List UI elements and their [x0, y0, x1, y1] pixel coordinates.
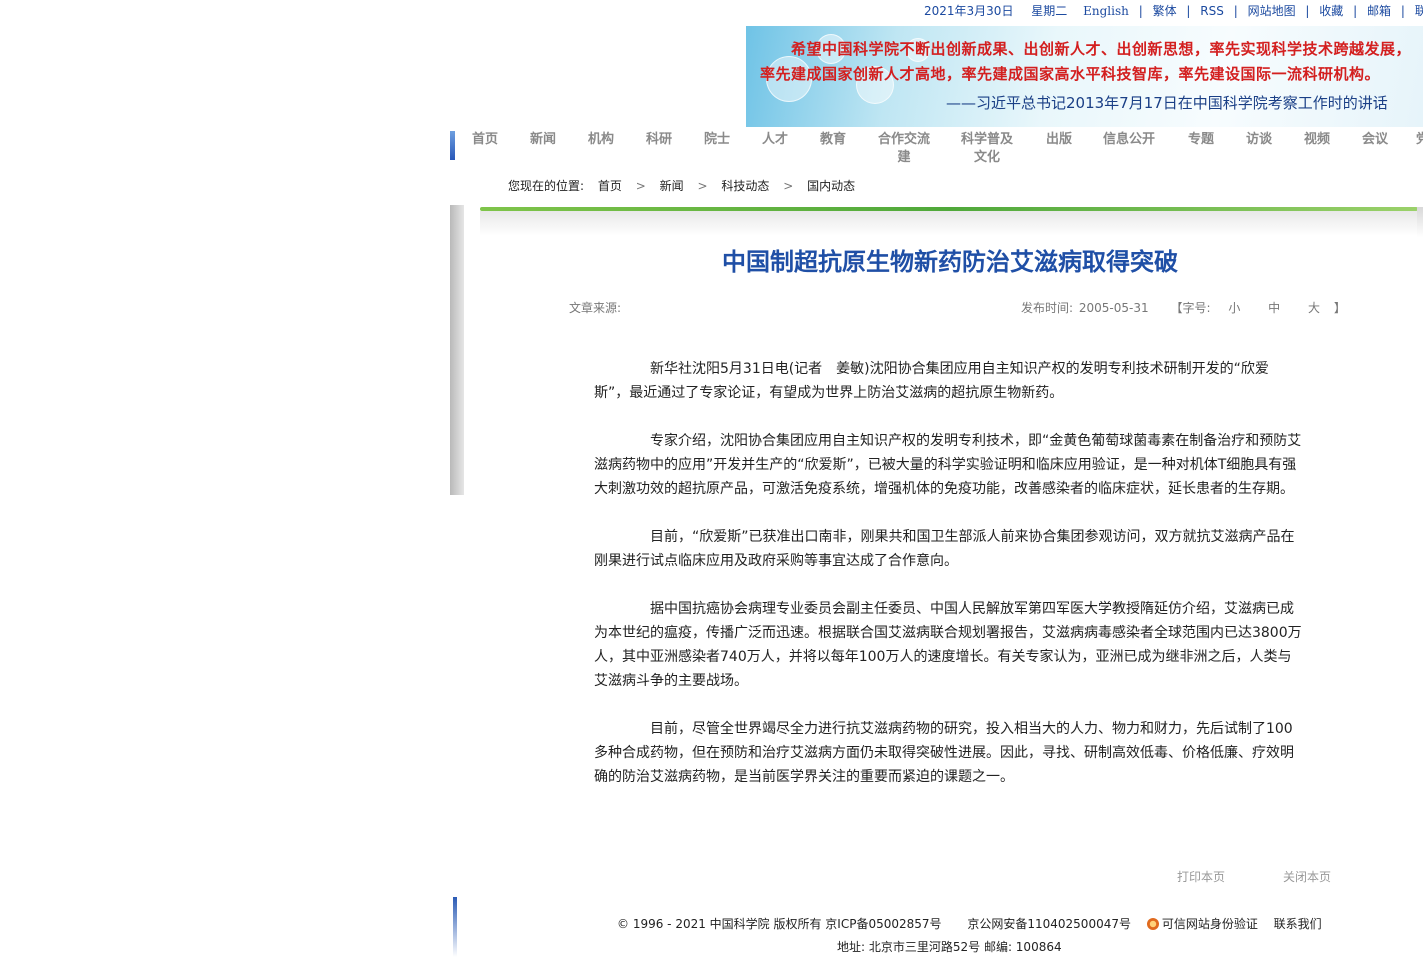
nav-item-talent[interactable]: 人才	[760, 131, 790, 149]
link-favorite[interactable]: 收藏	[1319, 4, 1343, 18]
nav-item-science-culture[interactable]: 科学普及 文化	[958, 131, 1016, 167]
breadcrumb-sci-tech[interactable]: 科技动态	[721, 177, 769, 194]
current-date: 2021年3月30日	[924, 4, 1014, 18]
banner-quote-line-2: 率先建成国家创新人才高地，率先建成国家高水平科技智库，率先建设国际一流科研机构。	[760, 65, 1381, 83]
nav-item-interviews[interactable]: 访谈	[1244, 131, 1274, 149]
nav-item-publishing[interactable]: 出版	[1044, 131, 1074, 149]
breadcrumb-home[interactable]: 首页	[598, 177, 622, 194]
publish-label: 发布时间:	[1021, 301, 1074, 315]
container-top-shadow	[480, 211, 1418, 236]
font-size-large-button[interactable]: 大	[1308, 299, 1320, 316]
close-page-button[interactable]: 关闭本页	[1283, 868, 1331, 885]
chevron-right-icon: >	[697, 179, 708, 193]
article-source: 文章来源:	[569, 301, 622, 315]
separator: |	[1353, 4, 1358, 18]
header-banner: 希望中国科学院不断出创新成果、出创新人才、出创新思想，率先实现科学技术跨越发展，…	[746, 26, 1423, 127]
banner-quote-line-1: 希望中国科学院不断出创新成果、出创新人才、出创新思想，率先实现科学技术跨越发展，	[791, 40, 1412, 58]
nav-item-academicians[interactable]: 院士	[702, 131, 732, 149]
nav-item-home[interactable]: 首页	[470, 131, 500, 149]
article-title: 中国制超抗原生物新药防治艾滋病取得突破	[722, 247, 1178, 276]
trust-badge-icon	[1146, 918, 1159, 930]
nav-item-institutes[interactable]: 机构	[586, 131, 616, 149]
footer-contact-link[interactable]: 联系我们	[1274, 915, 1322, 932]
footer-copyright: © 1996 - 2021 中国科学院 版权所有 京ICP备05002857号	[617, 917, 942, 931]
article-paragraph: 专家介绍，沈阳协合集团应用自主知识产权的发明专利技术，即“金黄色葡萄球菌毒素在制…	[594, 433, 1302, 497]
link-sitemap[interactable]: 网站地图	[1248, 4, 1296, 18]
font-size-bracket: 】	[1333, 301, 1346, 315]
nav-item-disclosure[interactable]: 信息公开	[1101, 131, 1157, 149]
print-page-button[interactable]: 打印本页	[1177, 868, 1225, 885]
nav-item-news[interactable]: 新闻	[528, 131, 558, 149]
nav-item-party[interactable]: 党	[1416, 131, 1423, 149]
footer-line-1: © 1996 - 2021 中国科学院 版权所有 京ICP备05002857号 …	[617, 915, 1322, 932]
article-paragraph: 目前，尽管全世界竭尽全力进行抗艾滋病药物的研究，投入相当大的人力、物力和财力，先…	[594, 721, 1294, 785]
font-size-medium-button[interactable]: 中	[1268, 299, 1280, 316]
nav-item-cooperation[interactable]: 合作交流 建	[875, 131, 933, 167]
font-size-small-button[interactable]: 小	[1228, 299, 1240, 316]
container-green-line	[480, 207, 1418, 211]
link-english[interactable]: English	[1083, 4, 1129, 18]
container-right-shadow	[1417, 207, 1423, 237]
chevron-right-icon: >	[635, 179, 646, 193]
trust-badge-label: 可信网站身份验证	[1161, 917, 1258, 931]
publish-date: 2005-05-31	[1078, 301, 1149, 315]
footer-trust-badge[interactable]: 可信网站身份验证	[1146, 915, 1258, 932]
nav-accent-bar	[450, 131, 455, 160]
article-paragraph: 新华社沈阳5月31日电(记者 姜敏)沈阳协合集团应用自主知识产权的发明专利技术研…	[594, 361, 1269, 401]
separator: |	[1400, 4, 1405, 18]
separator: |	[1186, 4, 1191, 18]
top-utility-bar: 2021年3月30日 星期二 English | 繁体 | RSS | 网站地图…	[918, 0, 1423, 22]
nav-item-research[interactable]: 科研	[644, 131, 674, 149]
article-meta: 发布时间: 2005-05-31 【字号: 小 中 大 】	[1021, 299, 1346, 316]
article-paragraph: 据中国抗癌协会病理专业委员会副主任委员、中国人民解放军第四军医大学教授隋延仿介绍…	[594, 601, 1302, 689]
nav-item-videos[interactable]: 视频	[1302, 131, 1332, 149]
separator: |	[1233, 4, 1238, 18]
breadcrumb-label: 您现在的位置:	[508, 179, 585, 193]
main-navigation: 首页 新闻 机构 科研 院士 人才 教育 合作交流 建 科学普及 文化 出版 信…	[450, 128, 1423, 168]
separator: |	[1138, 4, 1143, 18]
article-body: 新华社沈阳5月31日电(记者 姜敏)沈阳协合集团应用自主知识产权的发明专利技术研…	[594, 357, 1304, 813]
chevron-right-icon: >	[783, 179, 794, 193]
breadcrumb: 您现在的位置: 首页 > 新闻 > 科技动态 > 国内动态	[508, 177, 855, 194]
nav-item-education[interactable]: 教育	[818, 131, 848, 149]
link-traditional-chinese[interactable]: 繁体	[1153, 4, 1177, 18]
footer-decorative-strip	[453, 897, 457, 957]
footer-police-record[interactable]: 京公网安备110402500047号	[967, 915, 1131, 932]
nav-item-conferences[interactable]: 会议	[1360, 131, 1390, 149]
breadcrumb-domestic[interactable]: 国内动态	[807, 177, 855, 194]
link-contact-us[interactable]: 联系我们	[1415, 4, 1423, 18]
current-weekday: 星期二	[1031, 4, 1068, 18]
breadcrumb-news[interactable]: 新闻	[660, 177, 684, 194]
footer-address: 地址: 北京市三里河路52号 邮编: 100864	[837, 940, 1062, 954]
nav-item-topics[interactable]: 专题	[1186, 131, 1216, 149]
article-paragraph: 目前，“欣爱斯”已获准出口南非，刚果共和国卫生部派人前来协合集团参观访问，双方就…	[594, 529, 1295, 569]
link-rss[interactable]: RSS	[1200, 4, 1224, 18]
separator: |	[1305, 4, 1310, 18]
banner-quote-source: ——习近平总书记2013年7月17日在中国科学院考察工作时的讲话	[946, 94, 1388, 112]
font-size-label: 【字号:	[1170, 301, 1211, 315]
link-mailbox[interactable]: 邮箱	[1367, 4, 1391, 18]
